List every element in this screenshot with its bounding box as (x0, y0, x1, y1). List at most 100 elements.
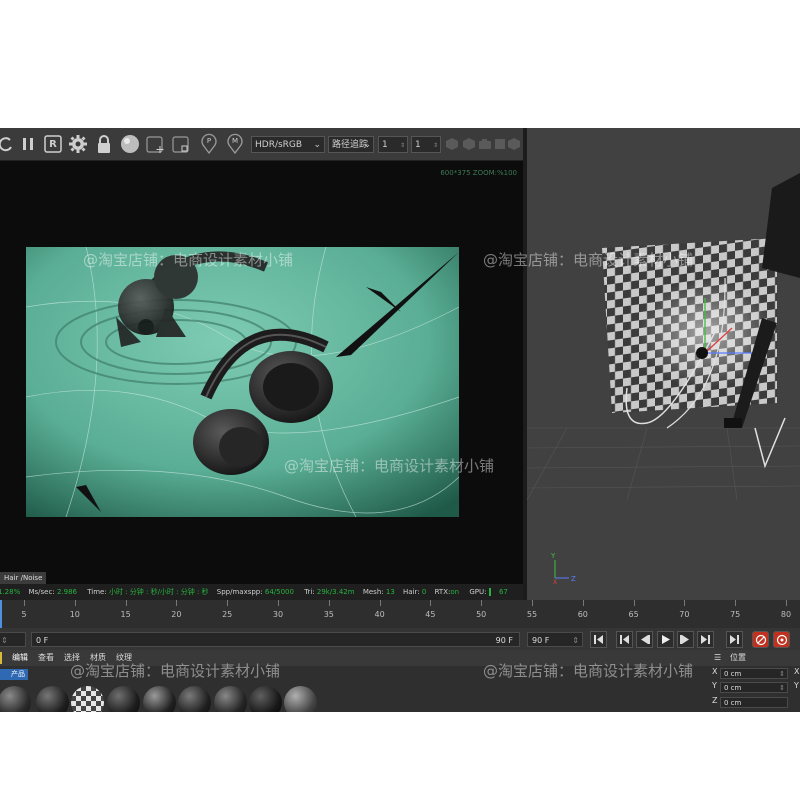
layer-field[interactable]: 1 ⇕ (411, 136, 441, 153)
max-frame-field[interactable]: 90 F ⇕ (527, 632, 583, 647)
lock-icon[interactable] (94, 134, 114, 154)
camera-icon[interactable] (478, 134, 492, 154)
record-key-button[interactable] (752, 631, 769, 648)
material-swatch[interactable] (0, 686, 31, 712)
autokey-button[interactable] (773, 631, 790, 648)
timeline-tick-label: 55 (526, 610, 538, 619)
viewport-3d[interactable]: Y Z X (527, 128, 800, 600)
next-frame-button[interactable] (677, 631, 694, 648)
chevron-down-icon: ⌄ (363, 140, 371, 150)
region-render-icon[interactable]: R (43, 134, 63, 154)
timeline-tick (481, 600, 483, 606)
hexagon-icon[interactable] (445, 134, 459, 154)
menu-grip-icon (0, 652, 2, 664)
timeline-tick-label: 10 (69, 610, 80, 619)
material-swatch[interactable] (71, 686, 104, 712)
timeline-tick (735, 600, 737, 606)
next-key-button[interactable] (697, 631, 714, 648)
stat-spp: Spp/maxspp: 64/5000 (216, 588, 294, 596)
stepper-icon[interactable]: ⇕ (779, 683, 785, 694)
passes-field[interactable]: 1 ⇕ (378, 136, 408, 153)
material-tab-product[interactable]: 产品 (8, 669, 28, 680)
material-swatch[interactable] (249, 686, 282, 712)
stepper-icon[interactable]: ⇕ (1, 636, 8, 645)
gpu-bar (488, 588, 491, 596)
playhead[interactable] (0, 600, 2, 628)
hexagon-icon[interactable] (508, 134, 520, 154)
timeline-tick-label: 25 (222, 610, 233, 619)
render-stats-bar: 1.28% Ms/sec: 2.986 Time: 小时 : 分钟 : 秒/小时… (0, 584, 523, 600)
color-space-value: HDR/sRGB (255, 140, 303, 150)
hair-noise-tab[interactable]: Hair /Noise (0, 572, 47, 584)
stat-ms-sec: Ms/sec: 2.986 (28, 588, 77, 596)
timeline-tick-label: 70 (679, 610, 690, 619)
current-frame: 0 F (36, 636, 49, 645)
material-swatch[interactable] (36, 686, 69, 712)
frame-range-slider[interactable]: 0 F 90 F (31, 632, 520, 647)
timeline-tick (176, 600, 178, 606)
timeline-ruler[interactable]: 5 10 15 20 25 30 35 40 45 50 55 60 65 70 75 80 (0, 600, 800, 628)
color-space-select[interactable]: HDR/sRGB ⌄ (251, 136, 325, 153)
stepper-icon[interactable]: ⇕ (400, 137, 405, 154)
timeline-tick-label: 50 (476, 610, 487, 619)
material-swatch[interactable] (107, 686, 140, 712)
hexagon-icon[interactable] (462, 134, 476, 154)
material-ball-icon[interactable] (120, 134, 140, 154)
menu-edit[interactable]: 编辑 (12, 650, 28, 666)
goto-start-button[interactable] (590, 631, 607, 648)
goto-end-button[interactable] (726, 631, 743, 648)
material-swatch[interactable] (143, 686, 176, 712)
play-button[interactable] (657, 631, 674, 648)
material-swatch[interactable] (284, 686, 317, 712)
transport-bar: ⇕ 0 F 90 F 90 F ⇕ (0, 628, 800, 650)
passes-value: 1 (382, 140, 388, 150)
render-viewer: R P M HDR/sRGB ⌄ 路径追踪 ⌄ 1 ⇕ 1 ⇕ 600*375 … (0, 128, 523, 600)
c4d-window: R P M HDR/sRGB ⌄ 路径追踪 ⌄ 1 ⇕ 1 ⇕ 600*375 … (0, 128, 800, 712)
render-mode-select[interactable]: 路径追踪 ⌄ (328, 136, 374, 153)
material-swatch[interactable] (178, 686, 211, 712)
gear-icon[interactable] (68, 134, 88, 154)
coord-y-field[interactable]: 0 cm ⇕ (720, 682, 788, 693)
timeline-tick (278, 600, 279, 606)
coord-z-value: 0 cm (724, 699, 742, 707)
coord-z-label: Z (712, 696, 718, 705)
focus-picker-icon[interactable]: P (199, 133, 219, 155)
coord-p-label: Y (794, 681, 799, 690)
stat-rtx: RTX:on (434, 588, 460, 596)
timeline-tick (430, 600, 432, 606)
timeline-tick (74, 600, 76, 606)
stat-mesh: Mesh: 13 (362, 588, 395, 596)
coord-x-field[interactable]: 0 cm ⇕ (720, 668, 788, 679)
coord-z-field[interactable]: 0 cm (720, 697, 788, 708)
coordinates-panel: X 0 cm ⇕ X Y 0 cm ⇕ Y Z 0 cm (710, 666, 800, 712)
render-toolbar: R P M HDR/sRGB ⌄ 路径追踪 ⌄ 1 ⇕ 1 ⇕ (0, 128, 523, 161)
stepper-icon[interactable]: ⇕ (572, 633, 579, 648)
stepper-icon[interactable]: ⇕ (433, 137, 438, 154)
pause-icon[interactable] (18, 134, 38, 154)
clear-region-icon[interactable] (172, 134, 192, 154)
stat-progress: 1.28% (0, 588, 21, 596)
square-icon[interactable] (494, 134, 506, 154)
stepper-icon[interactable]: ⇕ (779, 669, 785, 680)
material-swatch[interactable] (214, 686, 247, 712)
timeline-tick (227, 600, 229, 606)
timeline-tick-label: 35 (323, 610, 334, 619)
start-frame-field[interactable]: ⇕ (0, 632, 26, 647)
timeline-tick (328, 600, 330, 606)
menu-view[interactable]: 查看 (38, 650, 54, 666)
prev-frame-button[interactable] (636, 631, 653, 648)
timeline-tick-label: 60 (577, 610, 588, 619)
prev-key-button[interactable] (616, 631, 633, 648)
timeline-tick-label: 40 (374, 610, 385, 619)
stat-time: Time: 小时 : 分钟 : 秒/小时 : 分钟 : 秒 (87, 588, 209, 596)
refresh-icon[interactable] (0, 134, 16, 154)
watermark: @淘宝店铺：电商设计素材小铺 (483, 662, 694, 680)
timeline-tick-label: 65 (628, 610, 639, 619)
timeline-tick (24, 600, 25, 606)
max-frame-value: 90 F (532, 636, 550, 645)
material-picker-icon[interactable]: M (225, 133, 245, 155)
timeline-tick (532, 600, 533, 606)
svg-text:X: X (553, 579, 557, 586)
timeline-tick-label: 80 (780, 610, 792, 619)
add-region-icon[interactable] (146, 134, 166, 154)
